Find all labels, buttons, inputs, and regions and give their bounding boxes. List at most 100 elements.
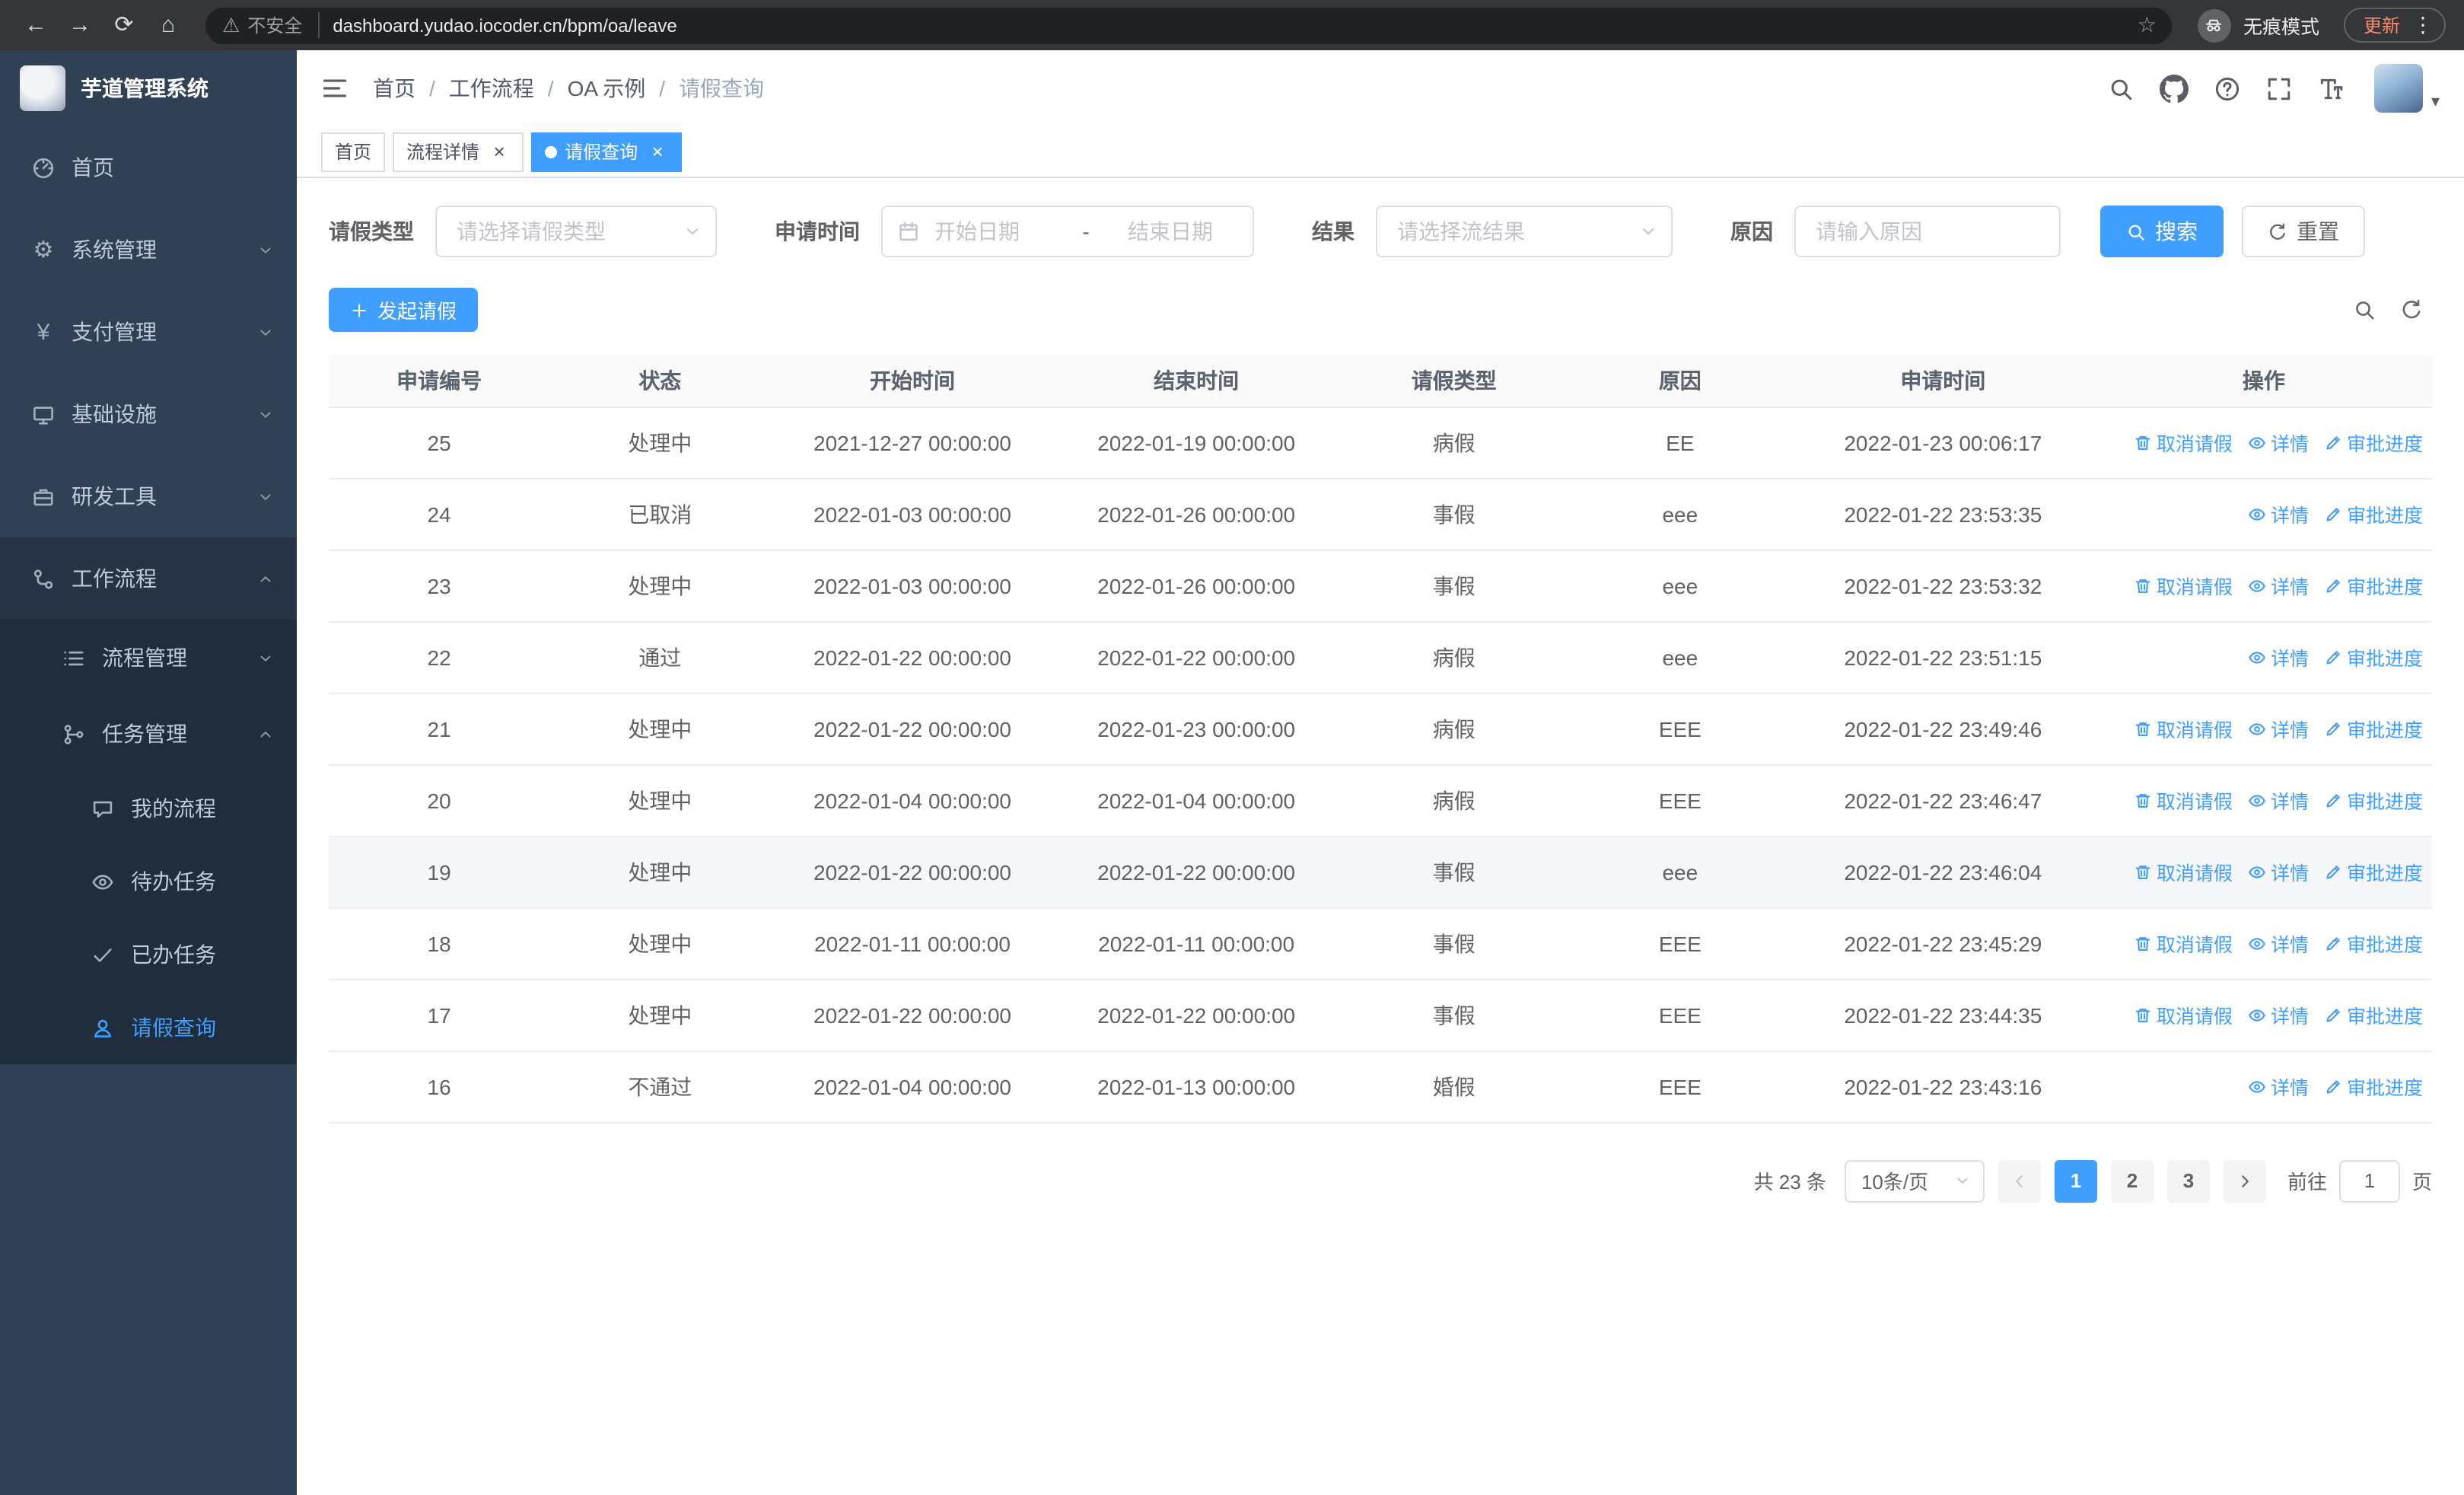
breadcrumb: 首页 / 工作流程 / OA 示例 / 请假查询	[373, 73, 764, 104]
progress-link[interactable]: 审批进度	[2324, 857, 2423, 886]
cell-leave-type: 事假	[1338, 836, 1570, 908]
cell-reason: eee	[1569, 478, 1791, 550]
close-icon[interactable]: ×	[647, 140, 668, 163]
trash-icon	[2134, 576, 2152, 594]
sidebar-item-label: 请假查询	[131, 1015, 216, 1040]
progress-link[interactable]: 审批进度	[2324, 1072, 2423, 1101]
github-icon[interactable]	[2160, 74, 2189, 103]
header-search-icon[interactable]	[2109, 75, 2135, 101]
cell-status: 处理中	[549, 693, 771, 765]
browser-home-icon[interactable]: ⌂	[148, 5, 189, 46]
help-icon[interactable]	[2215, 75, 2241, 101]
cell-apply-time: 2022-01-22 23:53:35	[1790, 478, 2096, 550]
app-logo-row[interactable]: 芋道管理系统	[0, 50, 297, 126]
user-menu[interactable]: ▾	[2374, 64, 2440, 113]
reset-button[interactable]: 重置	[2242, 206, 2365, 257]
progress-link[interactable]: 审批进度	[2324, 428, 2423, 457]
search-button[interactable]: 搜索	[2100, 206, 2224, 257]
end-date-placeholder: 结束日期	[1128, 219, 1213, 244]
progress-link[interactable]: 审批进度	[2324, 1000, 2423, 1029]
page-size-select[interactable]: 10条/页	[1844, 1159, 1985, 1202]
close-icon[interactable]: ×	[489, 140, 510, 163]
detail-link[interactable]: 详情	[2248, 714, 2309, 743]
security-chip[interactable]: ⚠ 不安全	[222, 12, 320, 38]
reason-input[interactable]: 请输入原因	[1794, 206, 2061, 257]
breadcrumb-item[interactable]: 工作流程	[449, 73, 534, 104]
sidebar-item-my-process[interactable]: 我的流程	[0, 772, 297, 845]
breadcrumb-item[interactable]: 首页	[373, 73, 415, 104]
date-range-input[interactable]: 开始日期 - 结束日期	[881, 206, 1254, 257]
goto-page-input[interactable]: 1	[2338, 1159, 2400, 1202]
progress-link[interactable]: 审批进度	[2324, 929, 2423, 958]
prev-page-button[interactable]	[1998, 1159, 2041, 1202]
cell-start-time: 2022-01-22 00:00:00	[770, 621, 1055, 693]
progress-link[interactable]: 审批进度	[2324, 714, 2423, 743]
sidebar-item-dev-tools[interactable]: 研发工具	[0, 455, 297, 537]
page-button-3[interactable]: 3	[2166, 1159, 2210, 1202]
update-button[interactable]: 更新 ⋮	[2343, 8, 2446, 43]
font-size-icon[interactable]	[2319, 75, 2345, 101]
active-tab-dot	[545, 145, 558, 158]
browser-back-icon[interactable]: ←	[15, 5, 56, 46]
cancel-link[interactable]: 取消请假	[2134, 786, 2233, 814]
tab-home[interactable]: 首页	[321, 132, 386, 171]
sidebar-item-home[interactable]: 首页	[0, 126, 297, 209]
create-leave-button[interactable]: 发起请假	[329, 288, 479, 332]
bookmark-star-icon[interactable]: ☆	[2131, 12, 2163, 38]
tab-process-detail[interactable]: 流程详情 ×	[393, 132, 524, 171]
cancel-link[interactable]: 取消请假	[2134, 1000, 2233, 1029]
cancel-link[interactable]: 取消请假	[2134, 857, 2233, 886]
page-button-2[interactable]: 2	[2110, 1159, 2154, 1202]
browser-forward-icon[interactable]: →	[59, 5, 100, 46]
detail-link[interactable]: 详情	[2248, 499, 2309, 528]
sidebar-item-done-tasks[interactable]: 已办任务	[0, 918, 297, 991]
sidebar-item-label: 基础设施	[72, 402, 157, 426]
cancel-link[interactable]: 取消请假	[2134, 929, 2233, 958]
sidebar-toggle-icon[interactable]	[321, 75, 349, 102]
progress-link[interactable]: 审批进度	[2324, 571, 2423, 600]
breadcrumb-item[interactable]: OA 示例	[568, 73, 646, 104]
cancel-link[interactable]: 取消请假	[2134, 714, 2233, 743]
address-bar[interactable]: ⚠ 不安全 dashboard.yudao.iocoder.cn/bpm/oa/…	[205, 7, 2172, 43]
page-button-1[interactable]: 1	[2054, 1159, 2097, 1202]
progress-link[interactable]: 审批进度	[2324, 642, 2423, 671]
browser-menu-icon[interactable]: ⋮	[2411, 12, 2435, 38]
cancel-link[interactable]: 取消请假	[2134, 571, 2233, 600]
cell-end-time: 2022-01-19 00:00:00	[1054, 406, 1339, 479]
browser-reload-icon[interactable]: ⟳	[103, 5, 145, 46]
cell-reason: eee	[1569, 550, 1791, 622]
sidebar-item-todo-tasks[interactable]: 待办任务	[0, 845, 297, 918]
cell-leave-type: 病假	[1338, 621, 1570, 693]
cell-end-time: 2022-01-22 00:00:00	[1054, 621, 1339, 693]
next-page-button[interactable]	[2223, 1159, 2266, 1202]
sidebar-item-leave-query[interactable]: 请假查询	[0, 991, 297, 1064]
cell-status: 已取消	[549, 478, 771, 550]
detail-link[interactable]: 详情	[2248, 571, 2309, 600]
tab-leave-query[interactable]: 请假查询 ×	[531, 132, 683, 171]
cancel-link[interactable]: 取消请假	[2134, 428, 2233, 457]
sidebar-item-process-management[interactable]: 流程管理	[0, 620, 297, 696]
detail-link[interactable]: 详情	[2248, 857, 2309, 886]
sidebar-item-label: 系统管理	[72, 237, 157, 262]
detail-link[interactable]: 详情	[2248, 786, 2309, 814]
sidebar-item-task-management[interactable]: 任务管理	[0, 696, 297, 772]
sidebar-item-system-management[interactable]: ⚙ 系统管理	[0, 209, 297, 291]
sidebar-item-workflow[interactable]: 工作流程	[0, 537, 297, 620]
progress-link[interactable]: 审批进度	[2324, 499, 2423, 528]
detail-link[interactable]: 详情	[2248, 1072, 2309, 1101]
leave-type-select[interactable]: 请选择请假类型	[435, 206, 717, 257]
refresh-table-icon[interactable]	[2400, 298, 2423, 321]
plus-icon	[350, 301, 368, 319]
sidebar-item-payment-management[interactable]: ¥ 支付管理	[0, 291, 297, 373]
sidebar-item-infrastructure[interactable]: 基础设施	[0, 373, 297, 455]
cell-start-time: 2022-01-04 00:00:00	[770, 1050, 1055, 1123]
result-select[interactable]: 请选择流结果	[1376, 206, 1673, 257]
detail-link[interactable]: 详情	[2248, 428, 2309, 457]
detail-link[interactable]: 详情	[2248, 642, 2309, 671]
progress-link[interactable]: 审批进度	[2324, 786, 2423, 814]
detail-link[interactable]: 详情	[2248, 1000, 2309, 1029]
fullscreen-icon[interactable]	[2267, 75, 2293, 101]
toggle-search-icon[interactable]	[2353, 298, 2376, 321]
table-row: 16 不通过 2022-01-04 00:00:00 2022-01-13 00:00…	[329, 1050, 2432, 1123]
detail-link[interactable]: 详情	[2248, 929, 2309, 958]
